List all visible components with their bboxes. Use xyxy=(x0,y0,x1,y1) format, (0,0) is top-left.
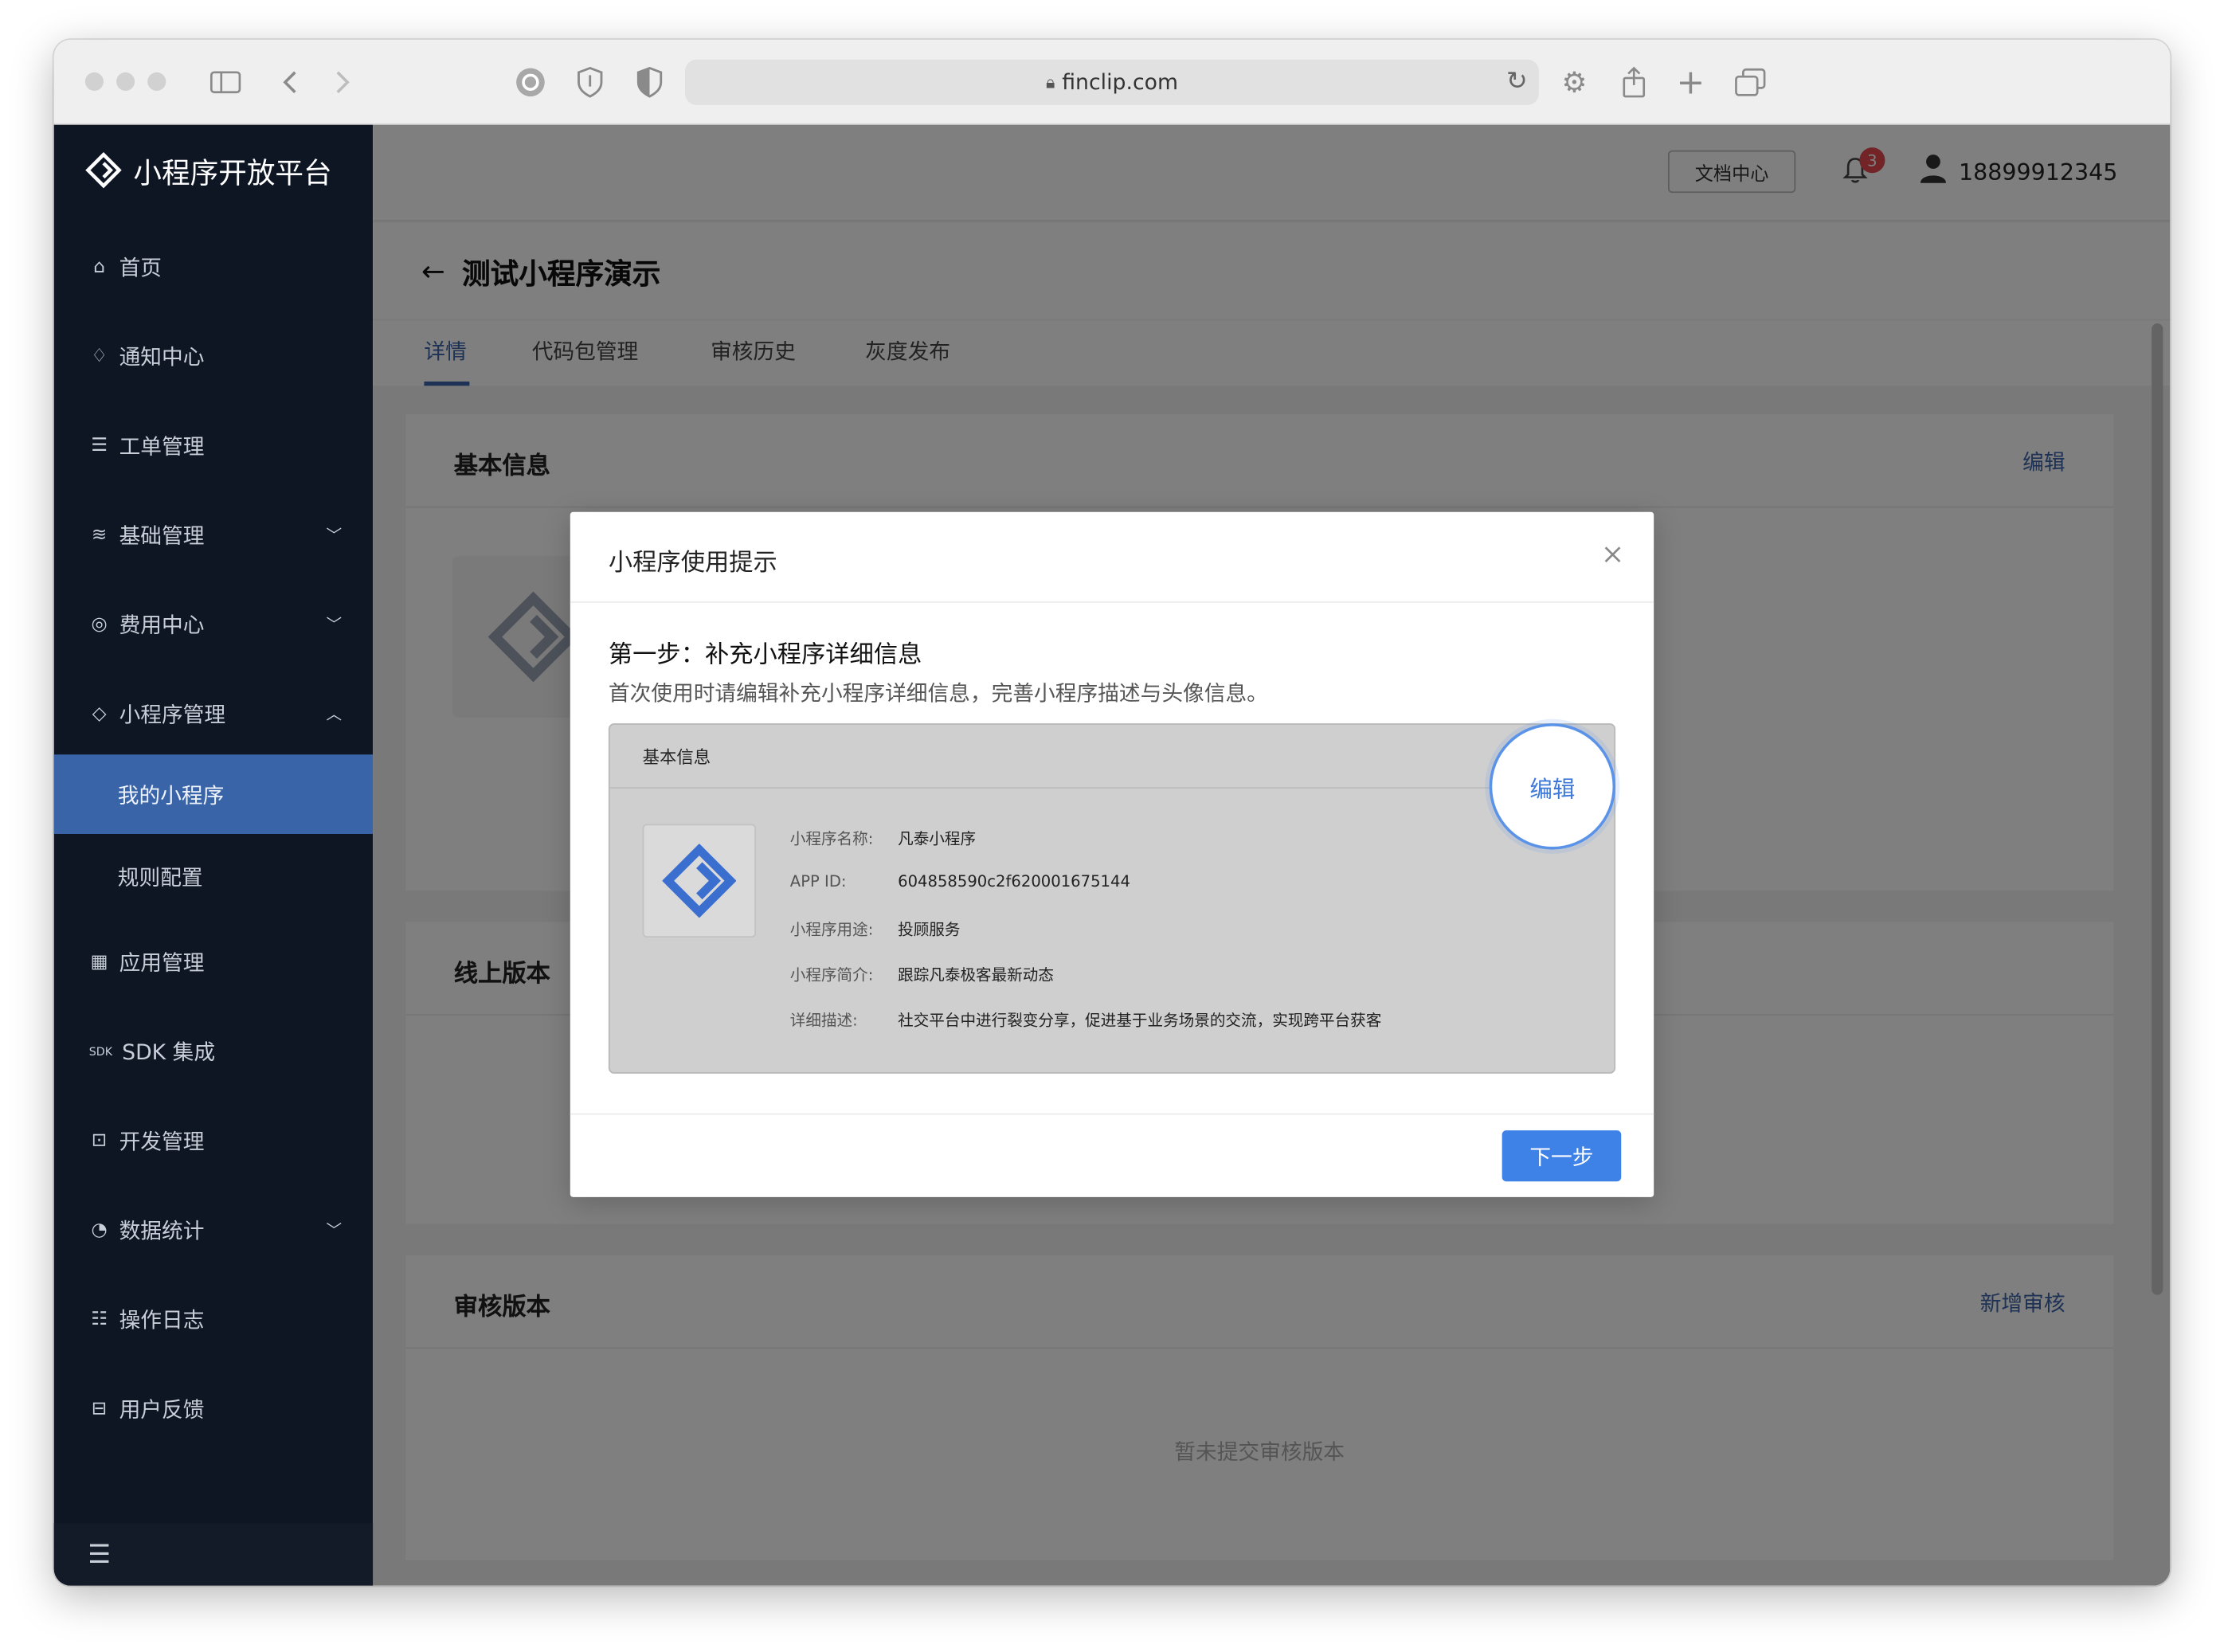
basic-info-preview: 基本信息 小程序名称: 凡泰小程序 APP ID: 604858590c2f62… xyxy=(608,723,1616,1074)
sidebar-subitem-label: 规则配置 xyxy=(117,864,203,891)
sidebar-subitem-my-miniprograms[interactable]: 我的小程序 xyxy=(53,754,374,834)
next-step-button[interactable]: 下一步 xyxy=(1502,1130,1622,1182)
coin-icon: ◎ xyxy=(91,613,108,635)
close-window-button[interactable] xyxy=(84,72,104,91)
sidebar-item-label: 工单管理 xyxy=(119,433,205,460)
sidebar-item-label: 用户反馈 xyxy=(119,1396,205,1423)
code-icon: ⊡ xyxy=(91,1129,108,1151)
preview-row: 详细描述: 社交平台中进行裂变分享，促进基于业务场景的交流，实现跨平台获客 xyxy=(790,1008,1382,1031)
highlighted-edit-button[interactable]: 编辑 xyxy=(1489,723,1616,850)
row-value: 跟踪凡泰极客最新动态 xyxy=(898,965,1054,985)
clipboard-icon: ☰ xyxy=(91,434,108,456)
grammarly-icon[interactable] xyxy=(514,62,548,102)
sidebar-item-feedback[interactable]: ⊟ 用户反馈 xyxy=(54,1368,374,1448)
row-label: 小程序用途: xyxy=(789,920,874,939)
grid-icon: ▦ xyxy=(90,950,108,973)
sidebar-item-label: 应用管理 xyxy=(119,949,205,976)
sidebar-item-statistics[interactable]: ◔ 数据统计 ﹀ xyxy=(54,1190,374,1270)
row-value: 投顾服务 xyxy=(898,920,961,939)
sidebar-item-development[interactable]: ⊡ 开发管理 xyxy=(54,1101,374,1180)
layers-icon: ≋ xyxy=(91,523,108,546)
sidebar-item-notifications[interactable]: ♢ 通知中心 xyxy=(54,316,374,396)
sidebar-item-miniprogram-management[interactable]: ◇ 小程序管理 ︿ xyxy=(54,674,374,754)
chevron-up-icon: ︿ xyxy=(326,704,343,724)
shield-icon[interactable] xyxy=(573,62,607,102)
step-description: 首次使用时请编辑补充小程序详细信息，完善小程序描述与头像信息。 xyxy=(608,680,1268,707)
sidebar-subitem-label: 我的小程序 xyxy=(117,782,225,808)
feedback-icon: ⊟ xyxy=(91,1397,108,1419)
pie-chart-icon: ◔ xyxy=(91,1219,108,1241)
sidebar-item-label: 费用中心 xyxy=(119,612,205,638)
preview-header: 基本信息 xyxy=(609,725,1615,789)
row-value: 604858590c2f620001675144 xyxy=(898,872,1130,891)
forward-icon[interactable] xyxy=(329,62,358,102)
collapse-menu-icon: ☰ xyxy=(88,1539,112,1570)
new-tab-icon[interactable]: + xyxy=(1674,62,1708,102)
sidebar-item-label: 首页 xyxy=(119,254,162,280)
settings-gear-icon[interactable]: ⚙ xyxy=(1557,62,1592,102)
brand[interactable]: 小程序开放平台 xyxy=(85,149,332,191)
address-bar[interactable]: 🔒︎ finclip.com ↻ xyxy=(685,59,1539,105)
sidebar-item-label: 通知中心 xyxy=(119,343,205,370)
minimize-window-button[interactable] xyxy=(116,72,135,91)
step-title: 第一步：补充小程序详细信息 xyxy=(608,640,922,670)
sidebar-item-tickets[interactable]: ☰ 工单管理 xyxy=(54,405,374,485)
row-value: 凡泰小程序 xyxy=(898,829,977,848)
lock-icon: 🔒︎ xyxy=(1045,71,1055,92)
zoom-window-button[interactable] xyxy=(147,72,166,91)
usage-tip-dialog: 小程序使用提示 第一步：补充小程序详细信息 首次使用时请编辑补充小程序详细信息，… xyxy=(570,511,1654,1197)
dialog-title: 小程序使用提示 xyxy=(608,549,777,577)
sidebar-item-apps[interactable]: ▦ 应用管理 xyxy=(54,922,374,1001)
row-label: 小程序名称: xyxy=(789,829,874,848)
sidebar-item-basic-management[interactable]: ≋ 基础管理 ﹀ xyxy=(54,495,374,574)
sidebar-item-billing[interactable]: ◎ 费用中心 ﹀ xyxy=(54,585,374,664)
sidebar-item-label: SDK 集成 xyxy=(122,1039,216,1065)
chevron-down-icon: ﹀ xyxy=(326,615,343,634)
row-label: 小程序简介: xyxy=(789,965,874,985)
sidebar-item-operation-log[interactable]: ☷ 操作日志 xyxy=(54,1279,374,1359)
tab-overview-icon[interactable] xyxy=(1733,62,1768,102)
preview-row: 小程序用途: 投顾服务 xyxy=(790,918,961,940)
chevron-down-icon: ﹀ xyxy=(326,526,343,545)
sidebar-collapse-button[interactable]: ☰ xyxy=(53,1523,374,1586)
preview-row: 小程序简介: 跟踪凡泰极客最新动态 xyxy=(790,963,1054,985)
dialog-footer-divider xyxy=(570,1113,1654,1115)
share-icon[interactable] xyxy=(1617,62,1651,102)
home-icon: ⌂ xyxy=(93,256,105,278)
sidebar-item-label: 开发管理 xyxy=(119,1128,205,1154)
reload-icon[interactable]: ↻ xyxy=(1506,67,1528,96)
sidebar-item-label: 小程序管理 xyxy=(119,701,226,727)
row-label: 详细描述: xyxy=(789,1011,858,1030)
bell-icon: ♢ xyxy=(91,345,108,367)
brand-name: 小程序开放平台 xyxy=(133,155,332,190)
back-icon[interactable] xyxy=(275,62,303,102)
browser-toolbar: 🔒︎ finclip.com ↻ ⚙ + xyxy=(53,39,2171,125)
dialog-header: 小程序使用提示 xyxy=(570,512,1654,603)
sdk-icon: SDK xyxy=(88,1044,113,1058)
preview-row: APP ID: 604858590c2f620001675144 xyxy=(790,872,1130,891)
browser-window: 🔒︎ finclip.com ↻ ⚙ + 小程序开放平台 ⌂ 首页 ♢ 通知中心… xyxy=(53,39,2171,1586)
close-icon[interactable] xyxy=(1603,538,1623,572)
sidebar-item-label: 基础管理 xyxy=(119,523,205,549)
preview-avatar xyxy=(642,824,757,938)
sidebar-item-home[interactable]: ⌂ 首页 xyxy=(54,227,374,307)
sidebar-subitem-rules[interactable]: 规则配置 xyxy=(54,837,374,917)
preview-row: 小程序名称: 凡泰小程序 xyxy=(790,827,976,849)
sidebar-item-label: 数据统计 xyxy=(119,1217,205,1243)
sidebar: 小程序开放平台 ⌂ 首页 ♢ 通知中心 ☰ 工单管理 ≋ 基础管理 ﹀ ◎ 费用… xyxy=(53,124,374,1586)
chevron-down-icon: ﹀ xyxy=(326,1221,343,1240)
log-icon: ☷ xyxy=(91,1308,108,1330)
row-value: 社交平台中进行裂变分享，促进基于业务场景的交流，实现跨平台获客 xyxy=(898,1011,1382,1030)
row-label: APP ID: xyxy=(789,872,847,891)
finclip-logo-icon xyxy=(85,151,122,189)
sidebar-item-label: 操作日志 xyxy=(119,1306,205,1333)
url-text: finclip.com xyxy=(1062,69,1179,96)
sidebar-item-sdk[interactable]: SDK SDK 集成 xyxy=(54,1012,374,1091)
diamond-icon: ◇ xyxy=(92,703,107,724)
finclip-logo-icon xyxy=(662,844,737,918)
privacy-shield-icon[interactable] xyxy=(632,62,667,102)
sidebar-toggle-icon[interactable] xyxy=(207,62,244,102)
preview-title: 基本信息 xyxy=(642,747,711,768)
